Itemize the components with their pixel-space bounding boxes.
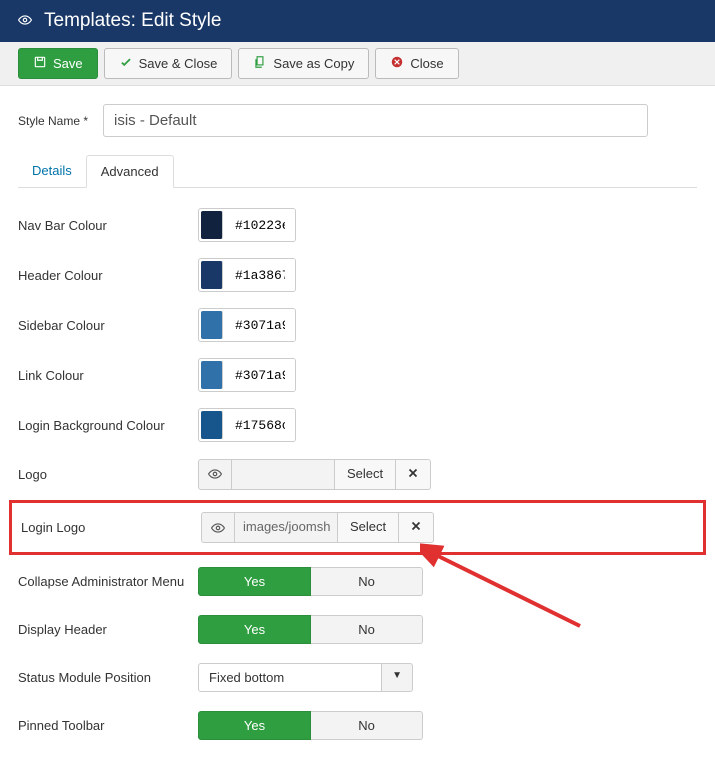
check-icon xyxy=(119,55,133,72)
tab-advanced[interactable]: Advanced xyxy=(86,155,174,188)
save-button[interactable]: Save xyxy=(18,48,98,79)
save-icon xyxy=(33,55,47,72)
color-swatch[interactable] xyxy=(201,361,223,389)
display-header-toggle: Yes No xyxy=(198,615,423,644)
login-logo-row: Login Logo images/joomsh Select xyxy=(18,506,697,549)
login-logo-label: Login Logo xyxy=(21,520,201,535)
pinned-no[interactable]: No xyxy=(311,711,423,740)
display-header-label: Display Header xyxy=(18,622,198,637)
content-area: Style Name * Details Advanced Nav Bar Co… xyxy=(0,86,715,775)
logo-clear-button[interactable] xyxy=(396,459,431,490)
header-colour-input[interactable] xyxy=(198,258,296,292)
loginbg-colour-input[interactable] xyxy=(198,408,296,442)
page-header: Templates: Edit Style xyxy=(0,0,715,42)
header-colour-row: Header Colour xyxy=(18,258,697,292)
logo-select-button[interactable]: Select xyxy=(335,459,396,490)
color-text[interactable] xyxy=(225,309,295,341)
login-logo-clear-button[interactable] xyxy=(399,512,434,543)
login-logo-select-button[interactable]: Select xyxy=(338,512,399,543)
status-module-label: Status Module Position xyxy=(18,670,198,685)
color-text[interactable] xyxy=(225,259,295,291)
collapse-toggle: Yes No xyxy=(198,567,423,596)
link-colour-label: Link Colour xyxy=(18,368,198,383)
link-colour-row: Link Colour xyxy=(18,358,697,392)
toolbar: Save Save & Close Save as Copy Close xyxy=(0,42,715,86)
navbar-colour-label: Nav Bar Colour xyxy=(18,218,198,233)
display-header-row: Display Header Yes No xyxy=(18,613,697,645)
collapse-no[interactable]: No xyxy=(311,567,423,596)
eye-icon xyxy=(208,467,222,481)
header-colour-label: Header Colour xyxy=(18,268,198,283)
collapse-menu-row: Collapse Administrator Menu Yes No xyxy=(18,565,697,597)
display-header-yes[interactable]: Yes xyxy=(198,615,311,644)
close-icon xyxy=(390,55,404,72)
color-text[interactable] xyxy=(225,409,295,441)
logo-label: Logo xyxy=(18,467,198,482)
color-text[interactable] xyxy=(225,209,295,241)
login-logo-path: images/joomsh xyxy=(235,512,338,543)
style-name-row: Style Name * xyxy=(18,104,697,137)
preview-button[interactable] xyxy=(198,459,232,490)
status-module-value: Fixed bottom xyxy=(198,663,382,692)
color-swatch[interactable] xyxy=(201,311,223,339)
style-name-input[interactable] xyxy=(103,104,648,137)
sidebar-colour-label: Sidebar Colour xyxy=(18,318,198,333)
sidebar-colour-row: Sidebar Colour xyxy=(18,308,697,342)
navbar-colour-row: Nav Bar Colour xyxy=(18,208,697,242)
loginbg-colour-row: Login Background Colour xyxy=(18,408,697,442)
save-copy-button[interactable]: Save as Copy xyxy=(238,48,369,79)
chevron-down-icon[interactable]: ▼ xyxy=(382,663,413,692)
pinned-toolbar-label: Pinned Toolbar xyxy=(18,718,198,733)
link-colour-input[interactable] xyxy=(198,358,296,392)
eye-icon xyxy=(211,521,225,535)
status-module-row: Status Module Position Fixed bottom ▼ xyxy=(18,661,697,693)
collapse-yes[interactable]: Yes xyxy=(198,567,311,596)
eye-icon xyxy=(18,11,32,32)
navbar-colour-input[interactable] xyxy=(198,208,296,242)
color-swatch[interactable] xyxy=(201,261,223,289)
color-swatch[interactable] xyxy=(201,411,223,439)
sidebar-colour-input[interactable] xyxy=(198,308,296,342)
logo-path xyxy=(232,459,335,490)
tab-details[interactable]: Details xyxy=(18,155,86,187)
pinned-yes[interactable]: Yes xyxy=(198,711,311,740)
collapse-menu-label: Collapse Administrator Menu xyxy=(18,574,198,589)
close-button[interactable]: Close xyxy=(375,48,458,79)
style-name-label: Style Name * xyxy=(18,114,103,128)
color-swatch[interactable] xyxy=(201,211,223,239)
color-text[interactable] xyxy=(225,359,295,391)
tabs: Details Advanced xyxy=(18,155,697,188)
login-logo-file-group: images/joomsh Select xyxy=(201,512,434,543)
logo-file-group: Select xyxy=(198,459,431,490)
x-icon xyxy=(406,466,420,480)
pinned-toolbar-row: Pinned Toolbar Yes No xyxy=(18,709,697,741)
page-title: Templates: Edit Style xyxy=(44,10,221,32)
highlight-annotation: Login Logo images/joomsh Select xyxy=(9,500,706,555)
display-header-no[interactable]: No xyxy=(311,615,423,644)
logo-row: Logo Select xyxy=(18,458,697,490)
x-icon xyxy=(409,519,423,533)
pinned-toggle: Yes No xyxy=(198,711,423,740)
status-module-select[interactable]: Fixed bottom ▼ xyxy=(198,663,413,692)
copy-icon xyxy=(253,55,267,72)
preview-button[interactable] xyxy=(201,512,235,543)
loginbg-colour-label: Login Background Colour xyxy=(18,418,198,433)
save-close-button[interactable]: Save & Close xyxy=(104,48,233,79)
